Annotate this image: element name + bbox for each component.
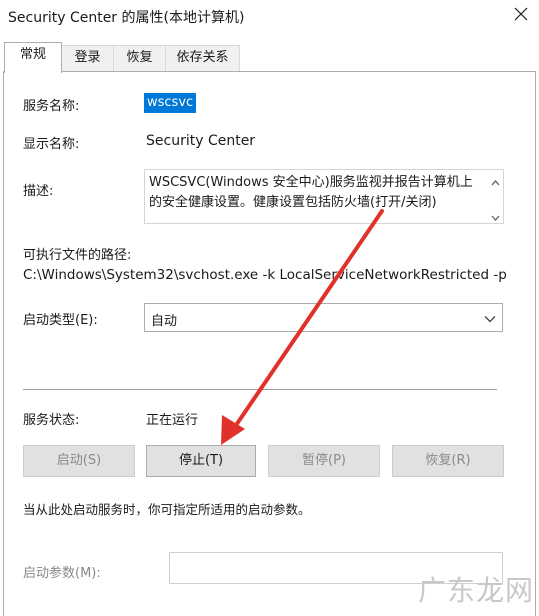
title-bar: Security Center 的属性(本地计算机) xyxy=(0,0,539,34)
chevron-down-icon xyxy=(484,312,496,327)
close-icon xyxy=(514,7,528,25)
window-title: Security Center 的属性(本地计算机) xyxy=(8,10,245,26)
service-name-label: 服务名称: xyxy=(23,99,80,114)
tab-general[interactable]: 常规 xyxy=(4,42,62,73)
description-box[interactable]: WSCSVC(Windows 安全中心)服务监视并报告计算机上的安全健康设置。健… xyxy=(144,169,504,224)
start-params-label: 启动参数(M): xyxy=(23,566,101,581)
startup-type-label: 启动类型(E): xyxy=(23,313,98,328)
exe-path-value: C:\Windows\System32\svchost.exe -k Local… xyxy=(23,267,507,283)
start-button[interactable]: 启动(S) xyxy=(23,445,135,477)
display-name-value[interactable]: Security Center xyxy=(146,133,255,149)
service-status-value: 正在运行 xyxy=(146,413,199,428)
start-params-hint: 当从此处启动服务时，你可指定所适用的启动参数。 xyxy=(23,502,311,517)
section-divider xyxy=(23,389,497,390)
tab-recovery[interactable]: 恢复 xyxy=(113,45,166,71)
scroll-down-icon[interactable] xyxy=(491,210,500,225)
general-panel xyxy=(3,71,536,616)
service-status-label: 服务状态: xyxy=(23,413,80,428)
display-name-label: 显示名称: xyxy=(23,137,80,152)
description-text: WSCSVC(Windows 安全中心)服务监视并报告计算机上的安全健康设置。健… xyxy=(149,175,473,210)
tab-dependencies[interactable]: 依存关系 xyxy=(165,45,240,71)
startup-type-value: 自动 xyxy=(151,314,178,329)
description-label: 描述: xyxy=(23,184,54,199)
startup-type-select[interactable]: 自动 xyxy=(144,303,503,332)
exe-path-label: 可执行文件的路径: xyxy=(23,248,132,263)
stop-button[interactable]: 停止(T) xyxy=(146,445,256,477)
pause-button[interactable]: 暂停(P) xyxy=(268,445,380,477)
description-scrollbar[interactable] xyxy=(487,170,503,223)
resume-button[interactable]: 恢复(R) xyxy=(392,445,504,477)
tab-logon[interactable]: 登录 xyxy=(61,45,114,71)
watermark-text: 广东龙网 xyxy=(418,574,535,607)
scroll-up-icon[interactable] xyxy=(491,175,500,190)
tab-bar: 常规 登录 恢复 依存关系 xyxy=(0,42,539,73)
close-button[interactable] xyxy=(503,0,539,32)
service-name-value[interactable]: wscsvc xyxy=(144,93,197,113)
